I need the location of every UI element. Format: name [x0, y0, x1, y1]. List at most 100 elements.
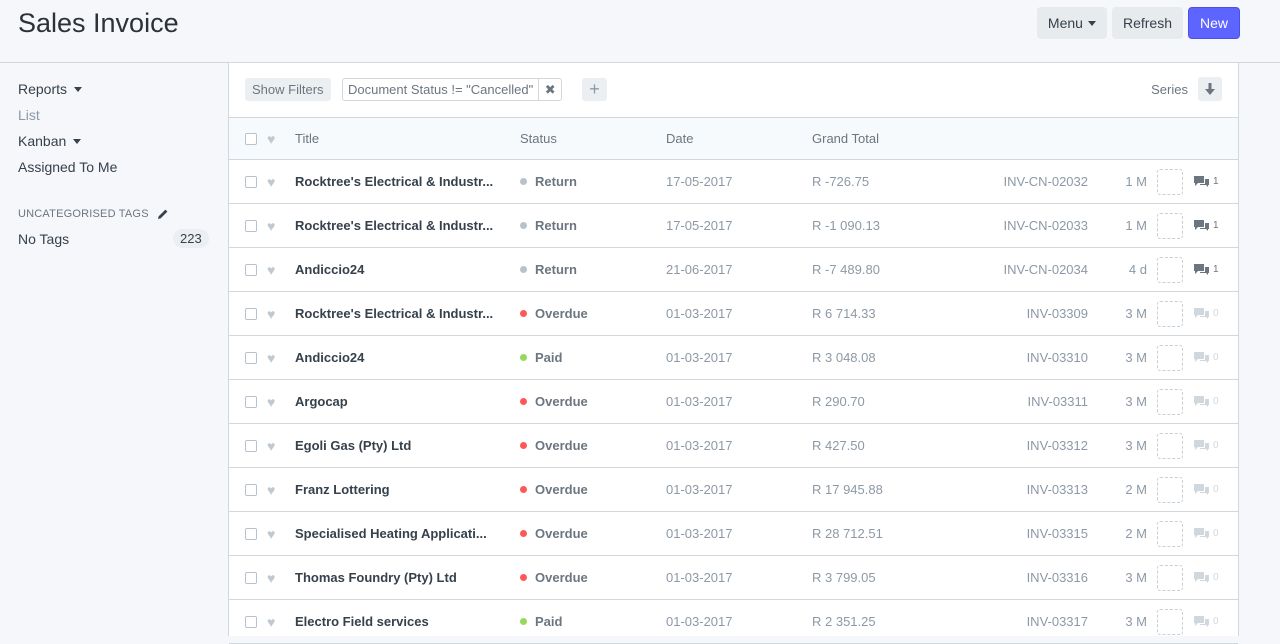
- comment-count[interactable]: 1: [1193, 248, 1219, 291]
- assignee-avatar-placeholder[interactable]: [1157, 248, 1183, 291]
- status-indicator[interactable]: Overdue: [520, 292, 588, 335]
- row-checkbox[interactable]: [245, 248, 257, 291]
- heart-icon[interactable]: ♥: [267, 512, 275, 555]
- row-checkbox[interactable]: [245, 292, 257, 335]
- comment-count[interactable]: 1: [1193, 204, 1219, 247]
- row-title-link[interactable]: Rocktree's Electrical & Industr...: [295, 160, 510, 203]
- table-row[interactable]: ♥ Rocktree's Electrical & Industr... Retur…: [229, 204, 1238, 248]
- table-row[interactable]: ♥ Argocap Overdue 01-03-2017 R 290.70 INV-033…: [229, 380, 1238, 424]
- table-row[interactable]: ♥ Rocktree's Electrical & Industr... Overd…: [229, 292, 1238, 336]
- table-row[interactable]: ♥ Andiccio24 Paid 01-03-2017 R 3 048.08 INV-0…: [229, 336, 1238, 380]
- close-icon[interactable]: ✖: [539, 79, 561, 100]
- heart-icon[interactable]: ♥: [267, 600, 275, 643]
- table-row[interactable]: ♥ Franz Lottering Overdue 01-03-2017 R 17 94…: [229, 468, 1238, 512]
- row-checkbox[interactable]: [245, 556, 257, 599]
- sidebar-item-kanban[interactable]: Kanban: [18, 133, 82, 149]
- comment-count[interactable]: 0: [1193, 336, 1219, 379]
- active-filter-label[interactable]: Document Status != "Cancelled": [343, 79, 540, 100]
- heart-icon[interactable]: ♥: [267, 292, 275, 335]
- row-checkbox[interactable]: [245, 336, 257, 379]
- row-checkbox[interactable]: [245, 600, 257, 643]
- assignee-avatar-placeholder[interactable]: [1157, 424, 1183, 467]
- status-indicator[interactable]: Return: [520, 204, 577, 247]
- row-title-link[interactable]: Argocap: [295, 380, 510, 423]
- table-row[interactable]: ♥ Andiccio24 Return 21-06-2017 R -7 489.80 IN…: [229, 248, 1238, 292]
- row-title-link[interactable]: Andiccio24: [295, 248, 510, 291]
- assignee-avatar-placeholder[interactable]: [1157, 292, 1183, 335]
- comment-count[interactable]: 0: [1193, 292, 1219, 335]
- select-all-checkbox[interactable]: [245, 118, 257, 159]
- column-header-grand-total[interactable]: Grand Total: [812, 118, 879, 159]
- column-header-status[interactable]: Status: [520, 118, 557, 159]
- heart-icon[interactable]: ♥: [267, 160, 275, 203]
- assignee-avatar-placeholder[interactable]: [1157, 160, 1183, 203]
- comment-count[interactable]: 0: [1193, 380, 1219, 423]
- assignee-avatar-placeholder[interactable]: [1157, 204, 1183, 247]
- sort-by-selector[interactable]: Series: [1151, 82, 1188, 97]
- column-header-title[interactable]: Title: [295, 118, 319, 159]
- table-row[interactable]: ♥ Thomas Foundry (Pty) Ltd Overdue 01-03-20…: [229, 556, 1238, 600]
- status-indicator[interactable]: Overdue: [520, 512, 588, 555]
- comment-count[interactable]: 0: [1193, 600, 1219, 643]
- heart-icon[interactable]: ♥: [267, 424, 275, 467]
- status-indicator[interactable]: Return: [520, 160, 577, 203]
- row-checkbox[interactable]: [245, 160, 257, 203]
- sidebar-item-assigned-to-me[interactable]: Assigned To Me: [18, 159, 117, 175]
- row-title-link[interactable]: Egoli Gas (Pty) Ltd: [295, 424, 510, 467]
- comment-count[interactable]: 0: [1193, 468, 1219, 511]
- table-row[interactable]: ♥ Rocktree's Electrical & Industr... Retur…: [229, 160, 1238, 204]
- row-title-link[interactable]: Thomas Foundry (Pty) Ltd: [295, 556, 510, 599]
- row-checkbox[interactable]: [245, 204, 257, 247]
- comment-count[interactable]: 0: [1193, 424, 1219, 467]
- comment-count[interactable]: 0: [1193, 512, 1219, 555]
- table-row[interactable]: ♥ Specialised Heating Applicati... Overdue…: [229, 512, 1238, 556]
- comment-count[interactable]: 1: [1193, 160, 1219, 203]
- assignee-avatar-placeholder[interactable]: [1157, 556, 1183, 599]
- column-header-date[interactable]: Date: [666, 118, 693, 159]
- heart-icon[interactable]: ♥: [267, 204, 275, 247]
- new-button[interactable]: New: [1187, 7, 1240, 39]
- row-title-link[interactable]: Franz Lottering: [295, 468, 510, 511]
- row-title-link[interactable]: Electro Field services: [295, 600, 510, 643]
- row-title-link[interactable]: Rocktree's Electrical & Industr...: [295, 204, 510, 247]
- heart-icon[interactable]: ♥: [267, 380, 275, 423]
- heart-icon[interactable]: ♥: [267, 468, 275, 511]
- row-title-link[interactable]: Andiccio24: [295, 336, 510, 379]
- status-indicator[interactable]: Return: [520, 248, 577, 291]
- heart-icon[interactable]: ♥: [267, 248, 275, 291]
- heart-icon[interactable]: ♥: [267, 118, 275, 159]
- show-filters-button[interactable]: Show Filters: [245, 78, 331, 101]
- status-indicator[interactable]: Overdue: [520, 380, 588, 423]
- table-row[interactable]: ♥ Egoli Gas (Pty) Ltd Overdue 01-03-2017 R 4…: [229, 424, 1238, 468]
- add-filter-button[interactable]: +: [582, 78, 607, 101]
- sidebar-item-no-tags[interactable]: No Tags: [18, 231, 69, 247]
- row-checkbox[interactable]: [245, 468, 257, 511]
- row-checkbox[interactable]: [245, 380, 257, 423]
- table-row[interactable]: ♥ Electro Field services Paid 01-03-2017 R 2…: [229, 600, 1238, 644]
- status-indicator[interactable]: Overdue: [520, 556, 588, 599]
- row-checkbox[interactable]: [245, 512, 257, 555]
- active-filter-tag[interactable]: Document Status != "Cancelled" ✖: [342, 78, 563, 101]
- status-indicator[interactable]: Overdue: [520, 468, 588, 511]
- row-checkbox[interactable]: [245, 424, 257, 467]
- refresh-button[interactable]: Refresh: [1111, 7, 1183, 39]
- assignee-avatar-placeholder[interactable]: [1157, 468, 1183, 511]
- heart-icon[interactable]: ♥: [267, 556, 275, 599]
- menu-button[interactable]: Menu: [1036, 7, 1107, 39]
- assignee-avatar-placeholder[interactable]: [1157, 336, 1183, 379]
- status-indicator[interactable]: Paid: [520, 600, 562, 643]
- assignee-avatar-placeholder[interactable]: [1157, 600, 1183, 643]
- row-title-link[interactable]: Specialised Heating Applicati...: [295, 512, 510, 555]
- comment-count[interactable]: 0: [1193, 556, 1219, 599]
- row-title-link[interactable]: Rocktree's Electrical & Industr...: [295, 292, 510, 335]
- heart-icon[interactable]: ♥: [267, 336, 275, 379]
- pencil-icon[interactable]: [157, 208, 169, 220]
- sidebar-item-reports[interactable]: Reports: [18, 81, 83, 97]
- tags-heading-label: UNCATEGORISED TAGS: [18, 208, 149, 220]
- sidebar-item-list[interactable]: List: [18, 107, 40, 123]
- sort-order-button[interactable]: [1198, 77, 1222, 101]
- assignee-avatar-placeholder[interactable]: [1157, 512, 1183, 555]
- assignee-avatar-placeholder[interactable]: [1157, 380, 1183, 423]
- status-indicator[interactable]: Paid: [520, 336, 562, 379]
- status-indicator[interactable]: Overdue: [520, 424, 588, 467]
